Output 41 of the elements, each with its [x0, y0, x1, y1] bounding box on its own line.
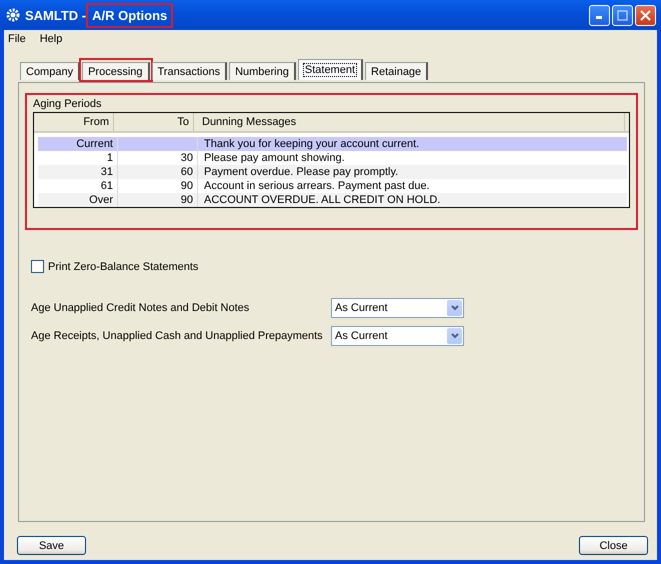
- tab[interactable]: Company: [20, 62, 80, 80]
- option-label: Age Receipts, Unapplied Cash and Unapplied Prepayments: [31, 330, 324, 342]
- menu-item[interactable]: Help: [40, 32, 62, 44]
- maximize-button[interactable]: [612, 4, 633, 26]
- maximize-icon: [617, 10, 628, 20]
- dialog-button[interactable]: Save: [17, 536, 86, 555]
- table-cell: Current: [38, 137, 118, 151]
- table-cell-text: Account in serious arrears. Payment past due.: [203, 179, 431, 193]
- column-header[interactable]: To: [114, 113, 194, 131]
- checkbox[interactable]: [31, 260, 44, 273]
- checkbox-label: Print Zero-Balance Statements: [48, 260, 198, 272]
- close-button[interactable]: [635, 4, 656, 26]
- table-row[interactable]: 31 60 Payment overdue. Please pay promptly.: [38, 165, 627, 179]
- table-row[interactable]: Current Thank you for keeping your account current.: [38, 137, 627, 151]
- dropdown[interactable]: As Current: [331, 298, 464, 318]
- column-header[interactable]: Dunning Messages: [194, 113, 625, 131]
- table-cell-text: Thank you for keeping your account current.: [203, 137, 420, 151]
- app-name: SAMLTD -: [25, 8, 86, 22]
- option-label: Age Unapplied Credit Notes and Debit Notes: [31, 302, 250, 314]
- table-cell-text: ACCOUNT OVERDUE. ALL CREDIT ON HOLD.: [203, 193, 442, 207]
- group-label: Aging Periods: [33, 98, 102, 110]
- table-cell: 31: [38, 165, 118, 179]
- table-row[interactable]: Over 90 ACCOUNT OVERDUE. ALL CREDIT ON HOLD.: [38, 193, 627, 207]
- table-cell-text: Payment overdue. Please pay promptly.: [203, 165, 400, 179]
- tab[interactable]: Transactions: [152, 62, 228, 80]
- menu-item[interactable]: File: [8, 32, 26, 44]
- tab[interactable]: Numbering: [229, 62, 296, 80]
- table-cell: 90: [118, 193, 198, 207]
- minimize-button[interactable]: [589, 4, 610, 26]
- tab[interactable]: Statement: [298, 59, 364, 80]
- table-cell-text: Please pay amount showing.: [203, 151, 346, 165]
- table-cell: 60: [118, 165, 198, 179]
- table-cell: Over: [38, 193, 118, 207]
- gear-icon: [6, 8, 20, 22]
- window-title: A/R Options: [86, 2, 174, 28]
- tab[interactable]: Retainage: [365, 62, 428, 80]
- column-header[interactable]: From: [34, 113, 114, 131]
- close-icon: [640, 10, 651, 20]
- dialog-button[interactable]: Close: [579, 536, 648, 555]
- dropdown[interactable]: As Current: [331, 326, 464, 346]
- tab[interactable]: Processing: [82, 62, 150, 80]
